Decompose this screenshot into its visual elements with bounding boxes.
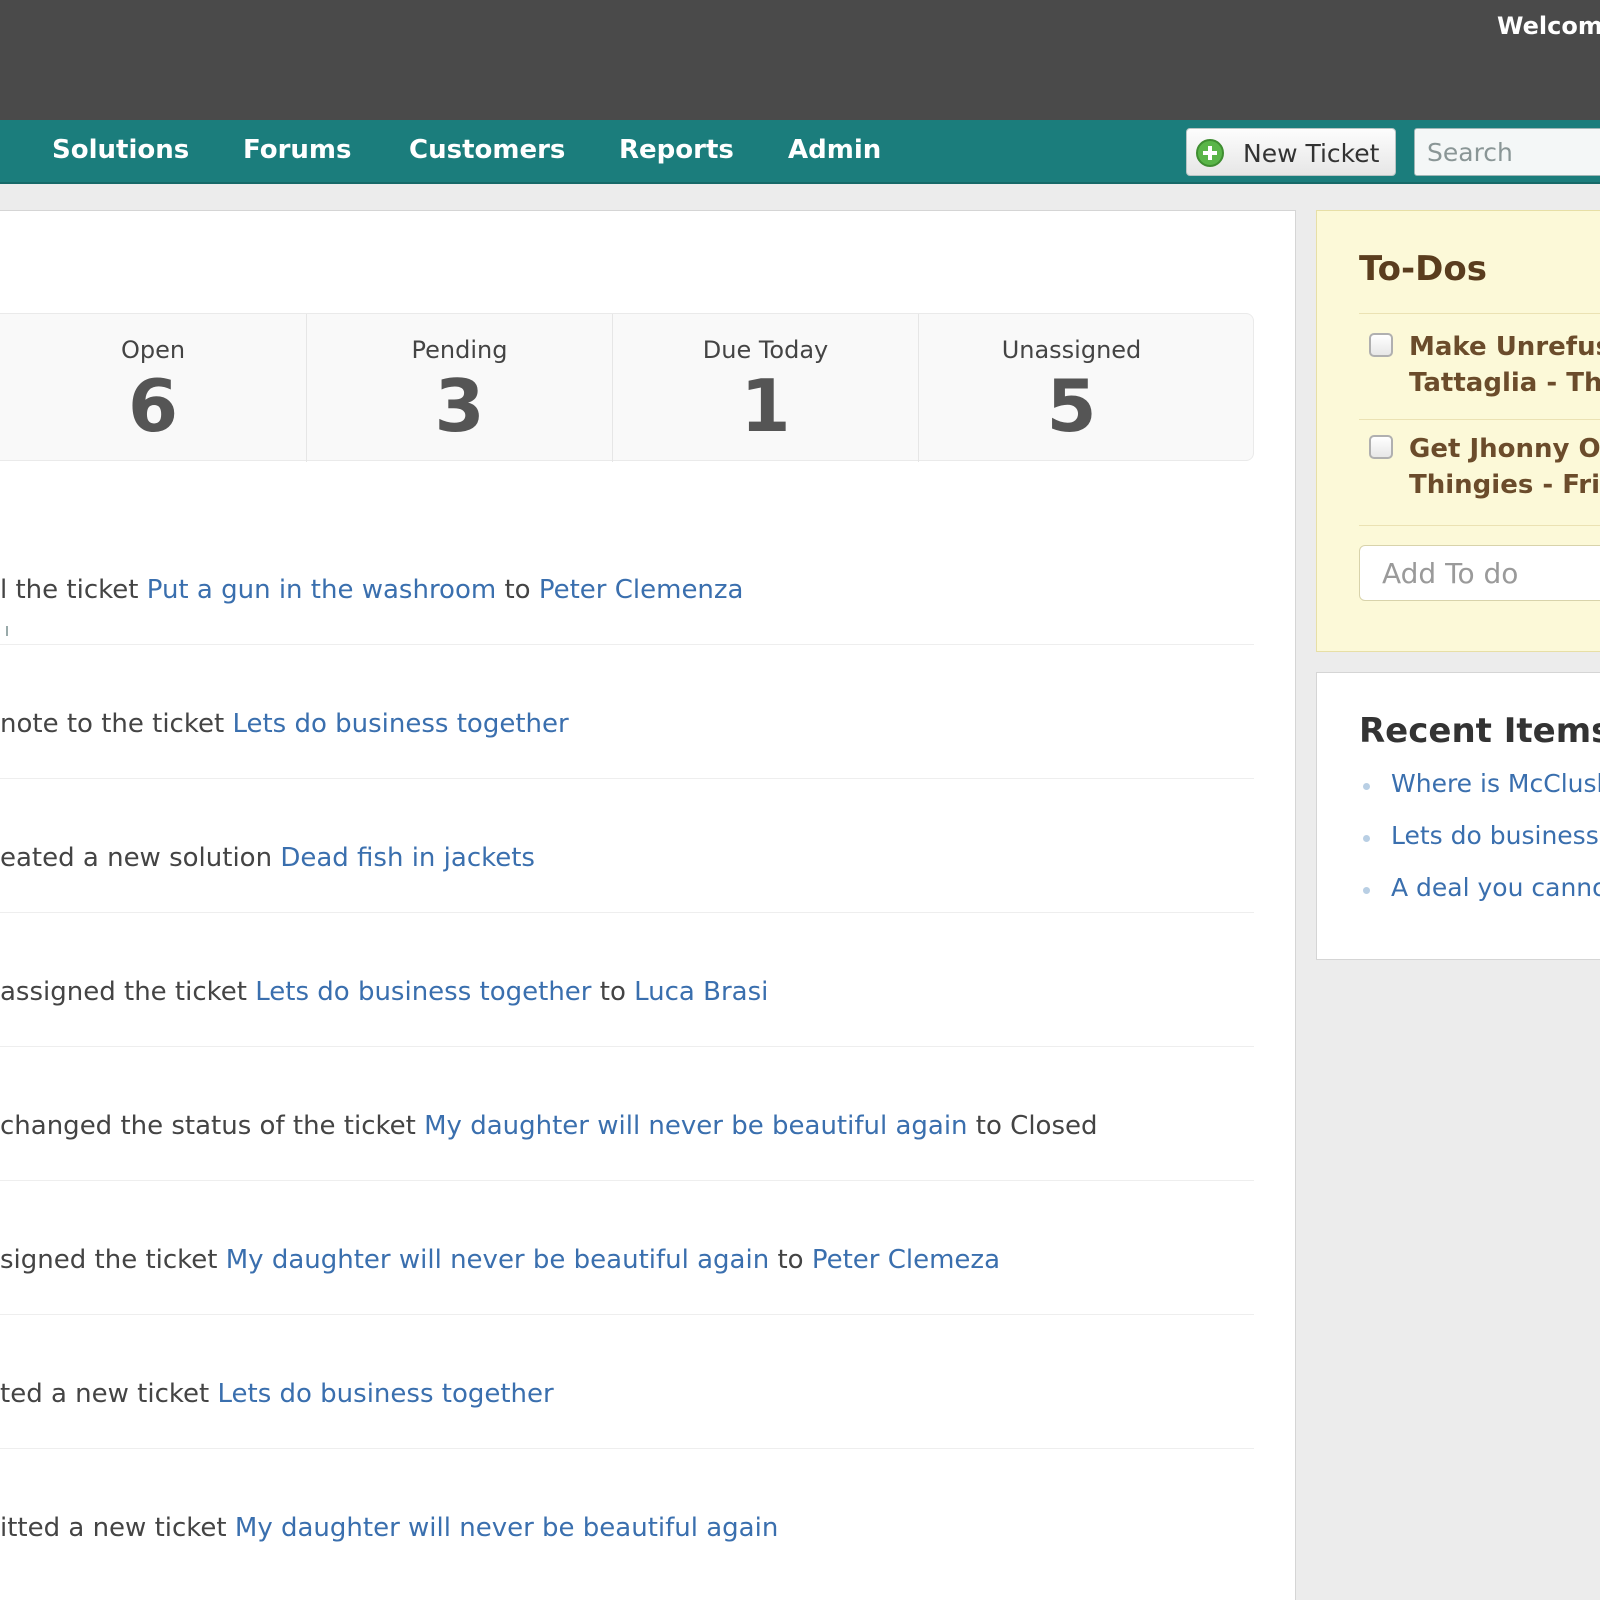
dashboard-panel: Open 6 Pending 3 Due Today 1 Unassigned …: [0, 210, 1296, 1600]
agent-link[interactable]: Peter Clemenza: [539, 575, 744, 605]
activity-item: changed the status of the ticket My daug…: [0, 1047, 1254, 1181]
activity-prefix: signed the ticket: [0, 1245, 226, 1275]
ticket-link[interactable]: My daughter will never be beautiful agai…: [235, 1513, 778, 1543]
recent-item-label: Lets do business t: [1391, 821, 1600, 850]
stat-value: 6: [127, 364, 179, 448]
ticket-link[interactable]: My daughter will never be beautiful agai…: [424, 1111, 967, 1141]
activity-prefix: changed the status of the ticket: [0, 1111, 425, 1141]
welcome-text: Welcome: [1497, 12, 1600, 40]
activity-item: ted a new ticket Lets do business togeth…: [0, 1315, 1254, 1449]
todo-line: Tattaglia - Thu: [1409, 368, 1600, 398]
activity-text: assigned the ticket Lets do business tog…: [0, 977, 768, 1007]
nav-customers[interactable]: Customers: [409, 135, 565, 165]
nav-forums[interactable]: Forums: [243, 135, 351, 165]
todo-title: To-Dos: [1359, 249, 1487, 289]
activity-feed: l the ticket Put a gun in the washroom t…: [0, 511, 1254, 1583]
todo-line: Get Jhonny One: [1409, 434, 1600, 464]
activity-text: itted a new ticket My daughter will neve…: [0, 1513, 778, 1543]
search-input[interactable]: [1414, 128, 1600, 176]
stat-value: 1: [740, 364, 791, 448]
activity-text: ted a new ticket Lets do business togeth…: [0, 1379, 554, 1409]
activity-prefix: itted a new ticket: [0, 1513, 235, 1543]
activity-item: signed the ticket My daughter will never…: [0, 1181, 1254, 1315]
stat-open[interactable]: Open 6: [0, 314, 306, 462]
activity-text: l the ticket Put a gun in the washroom t…: [0, 575, 744, 605]
activity-text: eated a new solution Dead fish in jacket…: [0, 843, 535, 873]
new-ticket-label: New Ticket: [1243, 139, 1380, 168]
top-bar: Welcome: [0, 0, 1600, 120]
new-ticket-button[interactable]: New Ticket: [1186, 128, 1396, 176]
activity-prefix: assigned the ticket: [0, 977, 256, 1007]
stat-label: Open: [120, 336, 186, 364]
activity-item: l the ticket Put a gun in the washroom t…: [0, 511, 1254, 645]
activity-mid: to Closed: [967, 1111, 1098, 1141]
ticket-link[interactable]: Put a gun in the washroom: [147, 575, 496, 605]
bullet-icon: [1363, 835, 1370, 842]
todo-checkbox[interactable]: [1369, 435, 1393, 459]
todo-checkbox[interactable]: [1369, 333, 1393, 357]
ticket-link[interactable]: Lets do business together: [255, 977, 591, 1007]
stat-value: 5: [1046, 364, 1097, 448]
ticket-link[interactable]: Lets do business together: [217, 1379, 553, 1409]
activity-prefix: ted a new ticket: [0, 1379, 218, 1409]
stat-label: Pending: [411, 336, 508, 364]
activity-text: changed the status of the ticket My daug…: [0, 1111, 1098, 1141]
stat-unassigned[interactable]: Unassigned 5: [918, 314, 1224, 462]
main-nav: Solutions Forums Customers Reports Admin…: [0, 120, 1600, 184]
add-todo-input[interactable]: [1359, 545, 1600, 601]
recent-items-panel: Recent Items Where is McClusk Lets do bu…: [1316, 672, 1600, 960]
activity-prefix: l the ticket: [0, 575, 147, 605]
activity-mid: to: [496, 575, 539, 605]
bullet-icon: [1363, 783, 1370, 790]
nav-admin[interactable]: Admin: [788, 135, 881, 165]
activity-item: eated a new solution Dead fish in jacket…: [0, 779, 1254, 913]
activity-text: signed the ticket My daughter will never…: [0, 1245, 1000, 1275]
recent-item-label: Where is McClusk: [1391, 769, 1600, 798]
ticket-link[interactable]: My daughter will never be beautiful agai…: [226, 1245, 769, 1275]
divider: [1359, 313, 1600, 314]
todo-panel: To-Dos Make Unrefusal Tattaglia - Thu Get…: [1316, 210, 1600, 652]
todo-text: Make Unrefusal Tattaglia - Thu: [1409, 329, 1600, 401]
nav-solutions[interactable]: Solutions: [52, 135, 189, 165]
recent-items-title: Recent Items: [1359, 711, 1600, 751]
agent-link[interactable]: Luca Brasi: [634, 977, 768, 1007]
ticket-stats: Open 6 Pending 3 Due Today 1 Unassigned …: [0, 313, 1254, 462]
todo-line: Make Unrefusal: [1409, 332, 1600, 362]
activity-mid: to: [769, 1245, 812, 1275]
stat-label: Unassigned: [1001, 336, 1142, 364]
activity-item: note to the ticket Lets do business toge…: [0, 645, 1254, 779]
activity-text: note to the ticket Lets do business toge…: [0, 709, 569, 739]
todo-line: Thingies - Frida: [1409, 470, 1600, 500]
bullet-icon: [1363, 887, 1370, 894]
todo-text: Get Jhonny One Thingies - Frida: [1409, 431, 1600, 503]
divider: [1359, 525, 1600, 526]
recent-item-label: A deal you cannot: [1391, 873, 1600, 902]
activity-prefix: note to the ticket: [0, 709, 233, 739]
stat-label: Due Today: [702, 336, 829, 364]
activity-mid: to: [591, 977, 635, 1007]
clipped-text: [0, 626, 8, 636]
stat-due-today[interactable]: Due Today 1: [612, 314, 918, 462]
activity-item: itted a new ticket My daughter will neve…: [0, 1449, 1254, 1583]
activity-prefix: eated a new solution: [0, 843, 281, 873]
solution-link[interactable]: Dead fish in jackets: [280, 843, 535, 873]
ticket-link[interactable]: Lets do business together: [232, 709, 568, 739]
stat-pending[interactable]: Pending 3: [306, 314, 612, 462]
plus-icon: [1196, 139, 1224, 167]
activity-item: assigned the ticket Lets do business tog…: [0, 913, 1254, 1047]
agent-link[interactable]: Peter Clemeza: [812, 1245, 1000, 1275]
stat-value: 3: [434, 364, 485, 448]
divider: [1359, 419, 1600, 420]
nav-reports[interactable]: Reports: [619, 135, 734, 165]
